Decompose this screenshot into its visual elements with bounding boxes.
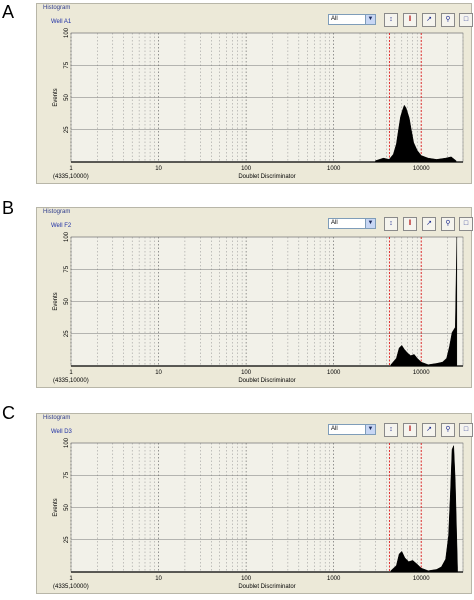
- x-tick-label: 10000: [413, 370, 430, 376]
- y-tick-label: 50: [64, 94, 70, 101]
- x-tick-label: 1000: [327, 576, 341, 582]
- y-tick-label: 25: [64, 126, 70, 133]
- histogram-chart-b: 1 10 100 1000 10000 25 50 75 100 Events Doublet Di…: [53, 231, 464, 384]
- y-tick-label: 100: [64, 231, 70, 242]
- y-axis-label: Events: [53, 88, 59, 106]
- histogram-panel-c: Histogram Well D3 All ▼ ↕ ‖ ↗ ⚲ □ 1 10 100 1…: [36, 413, 473, 594]
- y-tick-label: 50: [64, 298, 70, 305]
- corner-coordinate-label: (4335,10000): [53, 378, 89, 384]
- x-tick-label: 1000: [327, 166, 341, 172]
- y-axis-label: Events: [53, 292, 59, 310]
- x-tick-label: 10: [155, 370, 162, 376]
- x-tick-label: 10: [155, 576, 162, 582]
- x-axis-label: Doublet Discriminator: [238, 174, 295, 180]
- panel-letter-a: A: [2, 2, 15, 22]
- y-tick-label: 25: [64, 536, 70, 543]
- y-axis-label: Events: [53, 498, 59, 516]
- y-tick-label: 75: [64, 61, 70, 68]
- x-tick-label: 1: [69, 576, 73, 582]
- y-tick-label: 100: [64, 437, 70, 448]
- y-tick-label: 100: [64, 27, 70, 38]
- histogram-chart-a: 1 10 100 1000 10000 25 50 75 100 Events Doublet Di…: [53, 27, 464, 180]
- x-tick-label: 1: [69, 166, 73, 172]
- x-tick-label: 10: [155, 166, 162, 172]
- corner-coordinate-label: (4335,10000): [53, 174, 89, 180]
- y-tick-label: 75: [64, 265, 70, 272]
- x-tick-label: 1: [69, 370, 73, 376]
- x-tick-label: 100: [241, 576, 252, 582]
- corner-coordinate-label: (4335,10000): [53, 584, 89, 590]
- y-tick-label: 25: [64, 330, 70, 337]
- x-tick-label: 100: [241, 370, 252, 376]
- histogram-chart-c: 1 10 100 1000 10000 25 50 75 100 Events Doublet Di…: [53, 437, 464, 590]
- histogram-panel-b: Histogram Well F2 All ▼ ↕ ‖ ↗ ⚲ □ 1 10 100 1…: [36, 207, 473, 388]
- x-axis-label: Doublet Discriminator: [238, 584, 295, 590]
- x-axis-label: Doublet Discriminator: [238, 378, 295, 384]
- panel-letter-c: C: [2, 403, 15, 423]
- x-tick-label: 10000: [413, 166, 430, 172]
- y-tick-label: 50: [64, 504, 70, 511]
- x-tick-label: 10000: [413, 576, 430, 582]
- panel-letter-b: B: [2, 198, 15, 218]
- x-tick-label: 1000: [327, 370, 341, 376]
- x-tick-label: 100: [241, 166, 252, 172]
- y-tick-label: 75: [64, 471, 70, 478]
- histogram-panel-a: Histogram Well A1 All ▼ ↕ ‖ ↗ ⚲ □ 1 10 100 1…: [36, 3, 473, 184]
